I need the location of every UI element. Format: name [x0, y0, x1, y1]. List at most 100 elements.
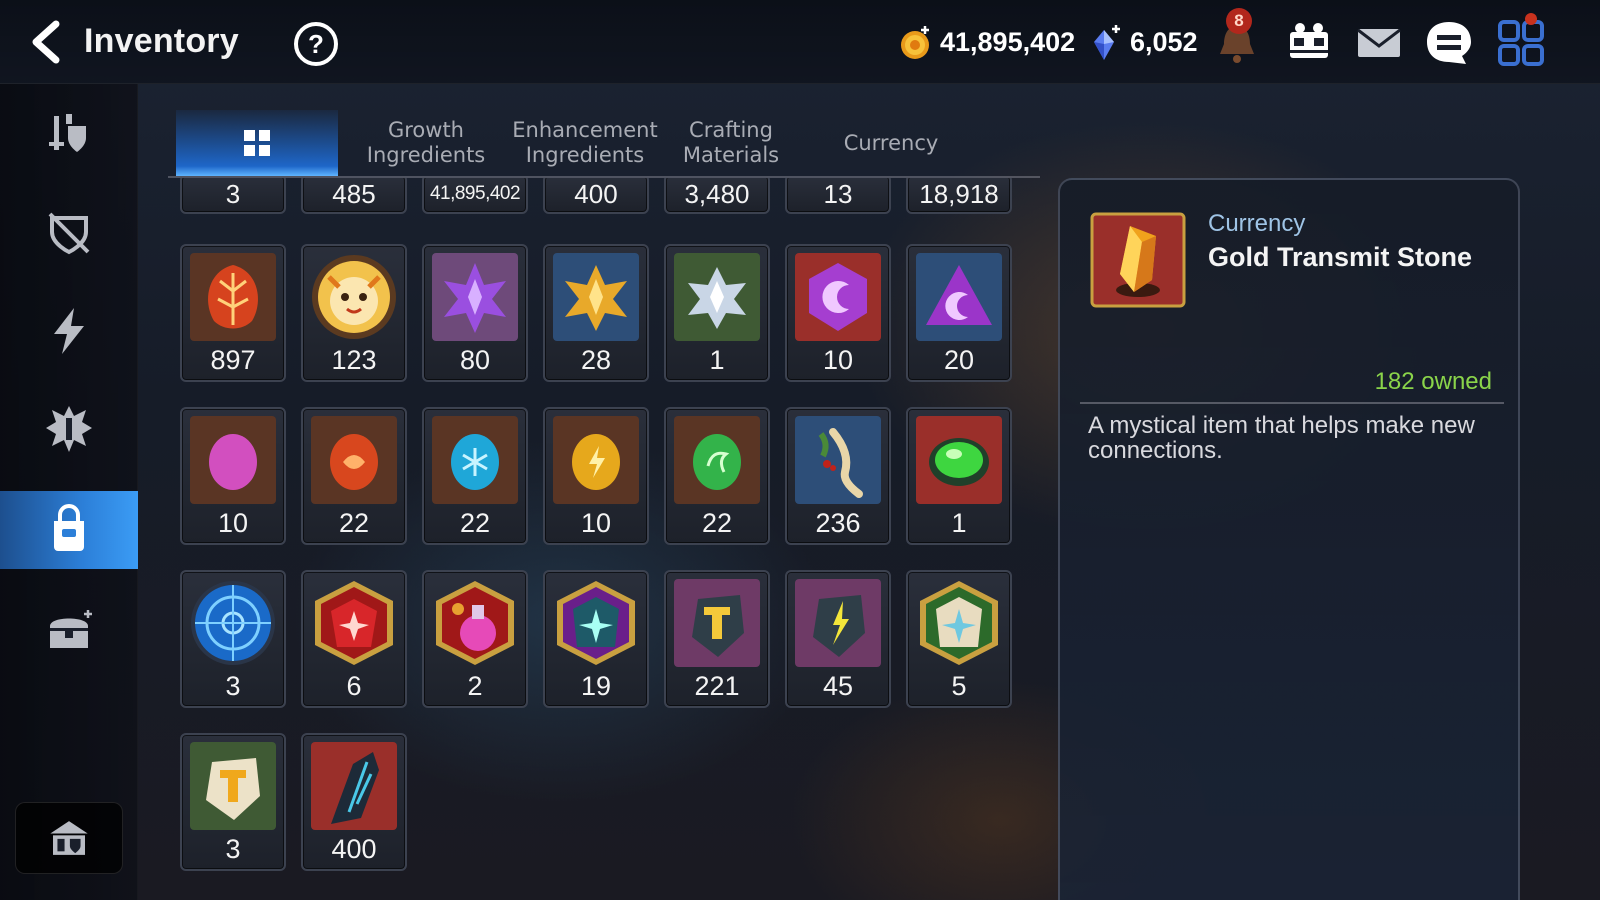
item-slot[interactable]: 80 [422, 244, 528, 382]
dark-crystal-shard-icon [311, 742, 397, 830]
sidebar-item-chest[interactable] [0, 592, 138, 670]
svg-text:?: ? [308, 29, 324, 59]
item-count: 13 [823, 179, 853, 209]
chat-icon[interactable] [1422, 16, 1476, 70]
item-count: 3 [225, 179, 241, 209]
item-count: 1 [709, 345, 725, 375]
item-slot[interactable]: 2 [422, 570, 528, 708]
item-slot[interactable]: 485 [301, 178, 407, 214]
item-count: 400 [574, 179, 618, 209]
phantasma-face-token-icon [312, 255, 396, 339]
item-count: 22 [701, 508, 733, 538]
sidebar-item-storage[interactable] [15, 802, 123, 874]
gold-rune-stone-icon [553, 416, 639, 504]
sidebar-item-catalyst[interactable] [0, 292, 138, 370]
item-count: 6 [346, 671, 362, 701]
item-slot[interactable]: 13 [785, 178, 891, 214]
item-count: 485 [332, 179, 376, 209]
item-slot[interactable]: 236 [785, 407, 891, 545]
item-slot[interactable]: 400 [301, 733, 407, 871]
grid-all-icon [244, 130, 270, 156]
detail-divider [1080, 402, 1504, 404]
item-slot[interactable]: 1 [906, 407, 1012, 545]
item-count: 19 [580, 671, 612, 701]
green-star-charm-icon [920, 581, 998, 665]
owned-count: 182 owned [1374, 368, 1492, 395]
item-count: 897 [210, 345, 256, 375]
item-count: 236 [815, 508, 861, 538]
mail-icon[interactable] [1352, 16, 1406, 70]
item-slot[interactable]: 10 [543, 407, 649, 545]
pink-potion-charm-icon [436, 581, 514, 665]
equipment-icon [49, 114, 86, 152]
green-orb-gem-icon [916, 416, 1002, 504]
gold-crystal-flower-icon [553, 253, 639, 341]
item-slot[interactable]: 3 [180, 570, 286, 708]
item-slot[interactable]: 19 [543, 570, 649, 708]
item-detail-panel: Currency Gold Transmit Stone 182 owned A… [1058, 178, 1520, 900]
tab-all[interactable] [176, 110, 338, 176]
item-slot[interactable]: 6 [301, 570, 407, 708]
item-slot[interactable]: 3,480 [664, 178, 770, 214]
item-count: 45 [822, 671, 854, 701]
help-icon[interactable]: ? [292, 20, 340, 68]
item-grid: 3 485 41,895,402 400 3,480 13 18,918 897… [180, 178, 1040, 900]
item-slot[interactable]: 10 [785, 244, 891, 382]
blue-seal-disk-icon [191, 581, 275, 665]
item-slot[interactable]: 28 [543, 244, 649, 382]
back-arrow-icon[interactable] [26, 20, 70, 64]
item-slot[interactable]: 22 [422, 407, 528, 545]
item-slot[interactable]: 3 [180, 733, 286, 871]
item-slot[interactable]: 400 [543, 178, 649, 214]
item-count: 22 [459, 508, 491, 538]
tab-enhancement-ingredients[interactable]: Enhancement Ingredients [500, 110, 670, 176]
item-slot[interactable]: 3 [180, 178, 286, 214]
lightning-icon [54, 308, 84, 354]
friends-icon[interactable] [1282, 16, 1336, 70]
sidebar-item-inventory[interactable] [0, 491, 138, 569]
red-star-charm-icon [315, 581, 393, 665]
item-count: 400 [331, 834, 377, 864]
gold-hammer-stone-icon [190, 742, 276, 830]
item-slot[interactable]: 22 [664, 407, 770, 545]
purple-moon-gem-icon [795, 253, 881, 341]
item-slot[interactable]: 45 [785, 570, 891, 708]
item-slot[interactable]: 10 [180, 407, 286, 545]
gold-value: 41,895,402 [940, 26, 1076, 57]
purple-star-charm-icon [557, 581, 635, 665]
item-slot[interactable]: 5 [906, 570, 1012, 708]
crystal-value: 6,052 [1130, 26, 1198, 57]
tab-crafting-materials[interactable]: Crafting Materials [666, 110, 796, 176]
item-slot[interactable]: 22 [301, 407, 407, 545]
item-count: 5 [951, 671, 967, 701]
purple-crystal-flower-icon [432, 253, 518, 341]
sidebar-item-equipment[interactable] [0, 96, 138, 174]
sidebar-item-unequipped[interactable] [0, 194, 138, 272]
top-bar: Inventory ? 41,895,402 6,052 8 [0, 0, 1600, 84]
storage-icon [50, 821, 88, 855]
menu-grid-icon[interactable] [1494, 16, 1548, 70]
item-slot[interactable]: 123 [301, 244, 407, 382]
item-count: 28 [580, 345, 612, 375]
item-category: Currency [1208, 210, 1306, 237]
crystal-counter[interactable]: 6,052 [1088, 22, 1198, 62]
item-count: 2 [467, 671, 483, 701]
item-slot[interactable]: 41,895,402 [422, 178, 528, 214]
item-count: 3,480 [684, 179, 750, 209]
sidebar-item-artifact[interactable] [0, 390, 138, 468]
item-slot[interactable]: 1 [664, 244, 770, 382]
chest-icon [50, 610, 92, 648]
gold-counter[interactable]: 41,895,402 [898, 22, 1075, 62]
item-slot[interactable]: 221 [664, 570, 770, 708]
red-leaf-rune-icon [190, 253, 276, 341]
item-slot[interactable]: 20 [906, 244, 1012, 382]
purple-triangle-gem-icon [916, 253, 1002, 341]
artifact-icon [46, 406, 92, 452]
pink-rune-stone-icon [190, 416, 276, 504]
unequipped-icon [48, 212, 90, 255]
blue-rune-stone-icon [432, 416, 518, 504]
tab-currency[interactable]: Currency [816, 110, 966, 176]
item-slot[interactable]: 18,918 [906, 178, 1012, 214]
tab-growth-ingredients[interactable]: Growth Ingredients [346, 110, 506, 176]
item-slot[interactable]: 897 [180, 244, 286, 382]
